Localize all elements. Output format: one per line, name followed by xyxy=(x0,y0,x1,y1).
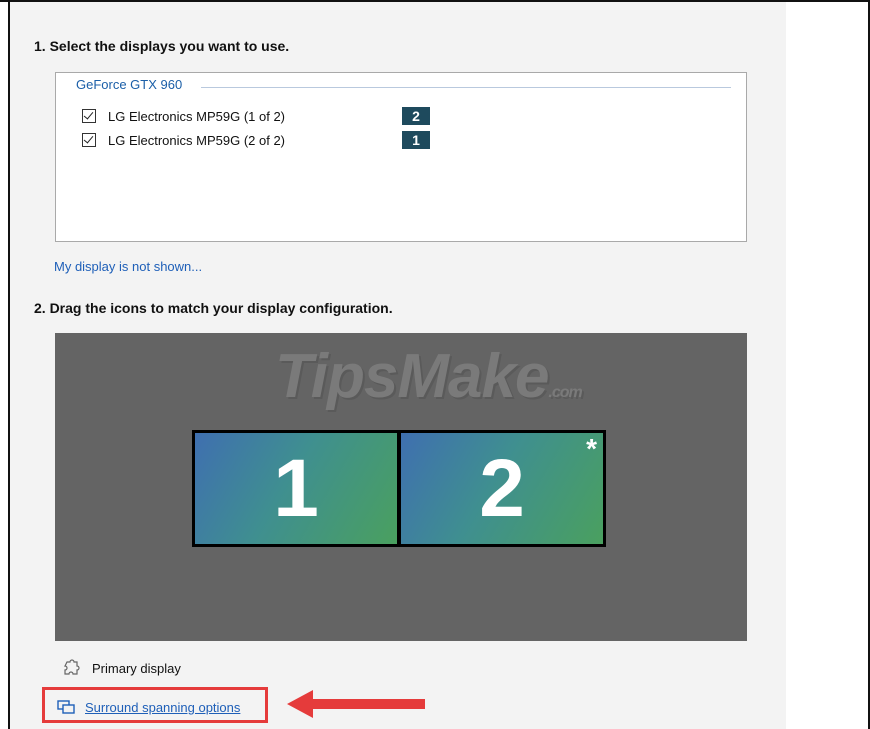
step2-heading: 2. Drag the icons to match your display … xyxy=(34,300,393,316)
display-2-label: LG Electronics MP59G (2 of 2) xyxy=(108,132,286,148)
display-1-number-badge: 2 xyxy=(402,107,430,125)
display-1-label: LG Electronics MP59G (1 of 2) xyxy=(108,108,286,124)
monitor-icon-2[interactable]: 2 * xyxy=(398,430,606,547)
top-border xyxy=(0,0,870,2)
window-frame: 1. Select the displays you want to use. … xyxy=(0,0,870,729)
step1-heading: 1. Select the displays you want to use. xyxy=(34,38,290,54)
primary-display-label: Primary display xyxy=(92,660,181,676)
display-1-checkbox[interactable] xyxy=(82,109,96,123)
monitor-1-number: 1 xyxy=(273,443,319,534)
surround-highlight-box: Surround spanning options xyxy=(42,687,268,723)
display-arrangement-canvas[interactable]: TipsMake.com 1 2 * xyxy=(55,333,747,641)
display-2-checkbox[interactable] xyxy=(82,133,96,147)
monitor-icon-1[interactable]: 1 xyxy=(192,430,400,547)
gpu-display-list: GeForce GTX 960 LG Electronics MP59G (1 … xyxy=(55,72,747,242)
watermark-suffix: .com xyxy=(548,384,582,401)
surround-spanning-options-link[interactable]: Surround spanning options xyxy=(85,700,240,715)
primary-display-legend: Primary display xyxy=(62,659,181,677)
primary-star-icon: * xyxy=(586,433,597,464)
display-row-1[interactable]: LG Electronics MP59G (1 of 2) xyxy=(82,107,285,125)
surround-icon[interactable] xyxy=(57,700,75,714)
display-2-number-badge: 1 xyxy=(402,131,430,149)
left-border xyxy=(8,0,10,729)
right-margin xyxy=(786,2,868,729)
red-arrow-annotation-icon xyxy=(287,690,425,718)
group-divider xyxy=(201,87,731,88)
puzzle-icon xyxy=(64,659,80,675)
watermark-main: TipsMake xyxy=(275,342,549,411)
display-row-2[interactable]: LG Electronics MP59G (2 of 2) xyxy=(82,131,285,149)
gpu-group-label: GeForce GTX 960 xyxy=(76,77,187,92)
display-not-shown-link[interactable]: My display is not shown... xyxy=(54,259,202,274)
monitor-2-number: 2 xyxy=(479,443,525,534)
watermark: TipsMake.com xyxy=(275,341,583,412)
